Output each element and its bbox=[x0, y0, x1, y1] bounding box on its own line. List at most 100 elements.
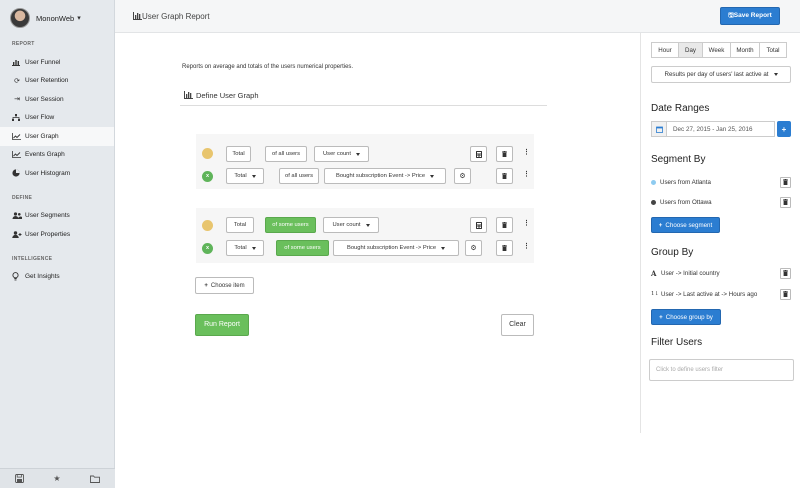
remove-row-icon[interactable]: x bbox=[202, 243, 213, 254]
trash-icon bbox=[783, 179, 788, 185]
color-swatch[interactable] bbox=[202, 148, 213, 159]
graph-group-1: Total of all users User count ⋮ x Total … bbox=[196, 134, 534, 189]
sidebar-item-label: User Flow bbox=[25, 114, 55, 122]
metric-select-value: Bought subscription Event -> Price bbox=[346, 245, 437, 251]
date-ranges-title: Date Ranges bbox=[651, 103, 710, 114]
avatar bbox=[10, 8, 30, 28]
delete-button[interactable] bbox=[496, 240, 513, 256]
sidebar-item-user-histogram[interactable]: User Histogram bbox=[0, 164, 114, 183]
metric-select[interactable]: Bought subscription Event -> Price bbox=[324, 168, 446, 184]
sidebar-item-label: User Retention bbox=[25, 77, 69, 85]
more-options-icon[interactable]: ⋮ bbox=[523, 219, 530, 227]
delete-button[interactable] bbox=[496, 168, 513, 184]
calculator-button[interactable] bbox=[470, 217, 487, 233]
caret-down-icon bbox=[251, 246, 256, 250]
period-day-button[interactable]: Day bbox=[678, 42, 703, 58]
trash-icon bbox=[502, 173, 507, 179]
users-icon bbox=[12, 212, 22, 220]
sidebar-item-user-properties[interactable]: User Properties bbox=[0, 225, 114, 244]
sidebar-item-user-funnel[interactable]: User Funnel bbox=[0, 53, 114, 72]
aggregate-select[interactable]: Total bbox=[226, 168, 264, 184]
trash-icon bbox=[783, 199, 788, 205]
star-icon[interactable]: ★ bbox=[53, 474, 60, 483]
choose-group-by-button[interactable]: + Choose group by bbox=[651, 309, 721, 325]
more-options-icon[interactable]: ⋮ bbox=[523, 242, 530, 250]
group-by-item: A User -> Initial country bbox=[651, 267, 791, 279]
line-chart-icon bbox=[12, 151, 22, 159]
aggregate-select[interactable]: Total bbox=[226, 240, 264, 256]
alpha-icon: A bbox=[651, 268, 657, 278]
date-range-input[interactable]: Dec 27, 2015 - Jan 25, 2016 bbox=[667, 121, 775, 137]
sidebar-item-label: User Funnel bbox=[25, 58, 61, 66]
caret-down-icon bbox=[430, 174, 435, 178]
more-options-icon[interactable]: ⋮ bbox=[523, 148, 530, 156]
metric-select-value: User count bbox=[322, 151, 352, 157]
folder-icon[interactable] bbox=[90, 475, 101, 483]
period-month-button[interactable]: Month bbox=[730, 42, 760, 58]
delete-segment-button[interactable] bbox=[780, 176, 791, 188]
delete-group-button[interactable] bbox=[780, 267, 791, 279]
settings-button[interactable]: ⚙ bbox=[454, 168, 471, 184]
sidebar-item-user-retention[interactable]: ⟳ User Retention bbox=[0, 72, 114, 91]
sidebar-item-user-session[interactable]: ⇥ User Session bbox=[0, 90, 114, 109]
numeric-sort-icon: 1↓ bbox=[651, 291, 660, 297]
segment-by-title: Segment By bbox=[651, 154, 706, 165]
calculator-button[interactable] bbox=[470, 146, 487, 162]
sidebar-item-label: User Session bbox=[25, 95, 64, 103]
period-total-button[interactable]: Total bbox=[759, 42, 787, 58]
group-by-title: Group By bbox=[651, 247, 694, 258]
run-report-button[interactable]: Run Report bbox=[195, 314, 249, 336]
delete-segment-button[interactable] bbox=[780, 196, 791, 208]
save-icon[interactable] bbox=[14, 474, 24, 483]
choose-segment-button[interactable]: + Choose segment bbox=[651, 217, 720, 233]
sidebar-item-events-graph[interactable]: Events Graph bbox=[0, 146, 114, 165]
delete-group-button[interactable] bbox=[780, 288, 791, 300]
line-chart-icon bbox=[12, 132, 22, 140]
results-per-select[interactable]: Results per day of users' last active at bbox=[651, 66, 791, 83]
sidebar-item-label: User Graph bbox=[25, 132, 59, 140]
scope-label: of all users bbox=[265, 146, 307, 162]
profile-menu[interactable]: MononWeb ▾ bbox=[0, 0, 114, 36]
choose-item-button[interactable]: + Choose item bbox=[195, 277, 254, 294]
period-week-button[interactable]: Week bbox=[702, 42, 731, 58]
delete-button[interactable] bbox=[496, 146, 513, 162]
metric-select[interactable]: Bought subscription Event -> Price bbox=[333, 240, 459, 256]
sidebar-item-user-flow[interactable]: User Flow bbox=[0, 109, 114, 128]
sidebar-footer: ★ bbox=[0, 468, 115, 488]
segment-color-dot bbox=[651, 199, 656, 205]
metric-select[interactable]: User count bbox=[314, 146, 369, 162]
clear-button[interactable]: Clear bbox=[501, 314, 534, 336]
results-per-select-value: Results per day of users' last active at bbox=[664, 71, 769, 78]
caret-down-icon bbox=[356, 152, 361, 156]
more-options-icon[interactable]: ⋮ bbox=[523, 170, 530, 178]
remove-row-icon[interactable]: x bbox=[202, 171, 213, 182]
users-filter-input[interactable]: Click to define users filter bbox=[649, 359, 794, 381]
bar-chart-icon bbox=[12, 59, 22, 66]
sitemap-icon bbox=[12, 114, 22, 122]
sidebar-item-label: User Properties bbox=[25, 230, 71, 238]
metric-select-value: Bought subscription Event -> Price bbox=[335, 173, 426, 179]
settings-button[interactable]: ⚙ bbox=[465, 240, 482, 256]
group-by-item: 1↓ User -> Last active at -> Hours ago bbox=[651, 288, 791, 300]
report-description: Reports on average and totals of the use… bbox=[182, 64, 354, 70]
plus-icon: + bbox=[204, 282, 208, 289]
top-bar: User Graph Report 🖫Save Report bbox=[115, 0, 800, 33]
sidebar-item-user-graph[interactable]: User Graph bbox=[0, 127, 114, 146]
add-date-range-button[interactable]: + bbox=[777, 121, 791, 137]
aggregate-label: Total bbox=[226, 217, 254, 233]
calendar-icon[interactable] bbox=[651, 121, 667, 137]
color-swatch[interactable] bbox=[202, 220, 213, 231]
profile-name: MononWeb bbox=[36, 13, 75, 23]
aggregate-label: Total bbox=[226, 146, 251, 162]
delete-button[interactable] bbox=[496, 217, 513, 233]
save-report-button[interactable]: 🖫Save Report bbox=[720, 7, 780, 25]
period-hour-button[interactable]: Hour bbox=[651, 42, 679, 58]
sign-in-icon: ⇥ bbox=[14, 96, 20, 104]
sidebar-item-get-insights[interactable]: Get Insights bbox=[0, 268, 114, 287]
sidebar-item-label: User Segments bbox=[25, 212, 70, 220]
metric-select[interactable]: User count bbox=[323, 217, 379, 233]
aggregate-select-value: Total bbox=[234, 173, 247, 179]
caret-down-icon bbox=[251, 174, 256, 178]
sidebar-item-user-segments[interactable]: User Segments bbox=[0, 207, 114, 226]
segment-label: Users from Ottawa bbox=[660, 198, 712, 206]
